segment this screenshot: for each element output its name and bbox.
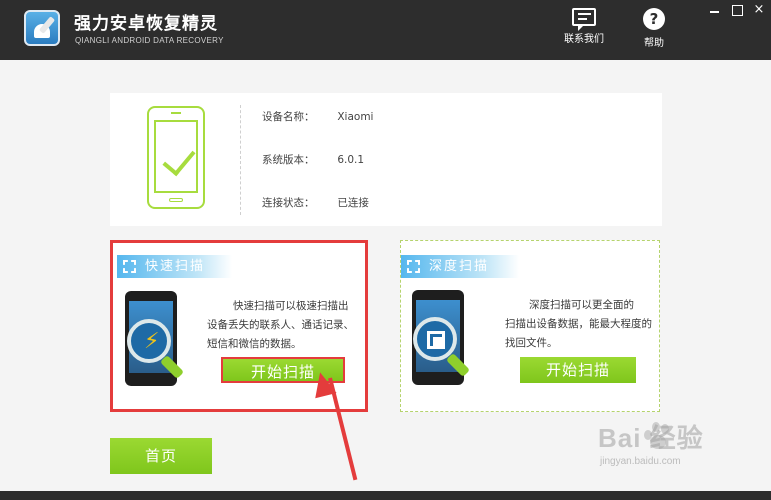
help-label: 帮助 bbox=[644, 38, 664, 49]
help-button[interactable]: ? 帮助 bbox=[636, 8, 672, 49]
deep-scan-start-button[interactable]: 开始扫描 bbox=[520, 357, 636, 383]
scan-frame-icon bbox=[407, 260, 420, 273]
quick-scan-desc-line2: 设备丢失的联系人、通话记录、短信和微信的数据。 bbox=[207, 319, 354, 350]
bottom-bar bbox=[0, 491, 771, 500]
watermark: Bai 经验 jingyan.baidu.com bbox=[598, 418, 768, 488]
app-title: 强力安卓恢复精灵 bbox=[74, 14, 218, 34]
watermark-url: jingyan.baidu.com bbox=[600, 456, 681, 467]
paw-icon bbox=[640, 420, 674, 450]
system-version-value: 6.0.1 bbox=[337, 154, 365, 166]
quick-scan-header: 快速扫描 bbox=[117, 255, 232, 278]
connection-status-key: 连接状态： bbox=[262, 197, 315, 209]
deep-scan-desc-line2: 扫描出设备数据，能最大程度的找回文件。 bbox=[505, 318, 652, 349]
deep-scan-description: 深度扫描可以更全面的 扫描出设备数据，能最大程度的找回文件。 bbox=[505, 296, 655, 353]
device-name-value: Xiaomi bbox=[337, 111, 374, 123]
divider bbox=[240, 105, 241, 215]
close-button[interactable]: × bbox=[752, 3, 766, 16]
app-subtitle: QIANGLI ANDROID DATA RECOVERY bbox=[75, 36, 224, 45]
lightning-icon: ⚡ bbox=[144, 329, 160, 354]
quick-scan-desc-line1: 快速扫描可以极速扫描出 bbox=[233, 300, 349, 312]
contact-us-button[interactable]: 联系我们 bbox=[558, 8, 610, 45]
device-info-panel: 设备名称： Xiaomi 系统版本： 6.0.1 连接状态： 已连接 bbox=[110, 93, 662, 226]
phone-check-icon bbox=[147, 106, 205, 209]
connection-status-row: 连接状态： 已连接 bbox=[262, 195, 369, 210]
scan-frame-icon bbox=[123, 260, 136, 273]
app-logo-icon bbox=[24, 10, 60, 46]
layers-icon bbox=[427, 331, 445, 349]
help-icon: ? bbox=[643, 8, 665, 30]
contact-us-label: 联系我们 bbox=[564, 34, 604, 45]
maximize-button[interactable] bbox=[730, 4, 744, 16]
deep-scan-header: 深度扫描 bbox=[401, 255, 519, 278]
chat-icon bbox=[572, 8, 596, 31]
quick-scan-description: 快速扫描可以极速扫描出 设备丢失的联系人、通话记录、短信和微信的数据。 bbox=[207, 297, 363, 354]
device-name-key: 设备名称： bbox=[262, 111, 315, 123]
quick-scan-title: 快速扫描 bbox=[145, 259, 206, 274]
title-bar: 强力安卓恢复精灵 QIANGLI ANDROID DATA RECOVERY 联… bbox=[0, 0, 771, 60]
deep-scan-card[interactable]: 深度扫描 深度扫描可以更全面的 扫描出设备数据，能最大程度的找回文件。 开始扫描 bbox=[400, 240, 660, 412]
system-version-key: 系统版本： bbox=[262, 154, 315, 166]
system-version-row: 系统版本： 6.0.1 bbox=[262, 152, 364, 167]
deep-scan-title: 深度扫描 bbox=[429, 259, 490, 274]
device-name-row: 设备名称： Xiaomi bbox=[262, 109, 373, 124]
deep-scan-desc-line1: 深度扫描可以更全面的 bbox=[529, 299, 634, 311]
home-button[interactable]: 首页 bbox=[110, 438, 212, 474]
minimize-button[interactable] bbox=[708, 4, 722, 16]
connection-status-value: 已连接 bbox=[337, 197, 369, 209]
